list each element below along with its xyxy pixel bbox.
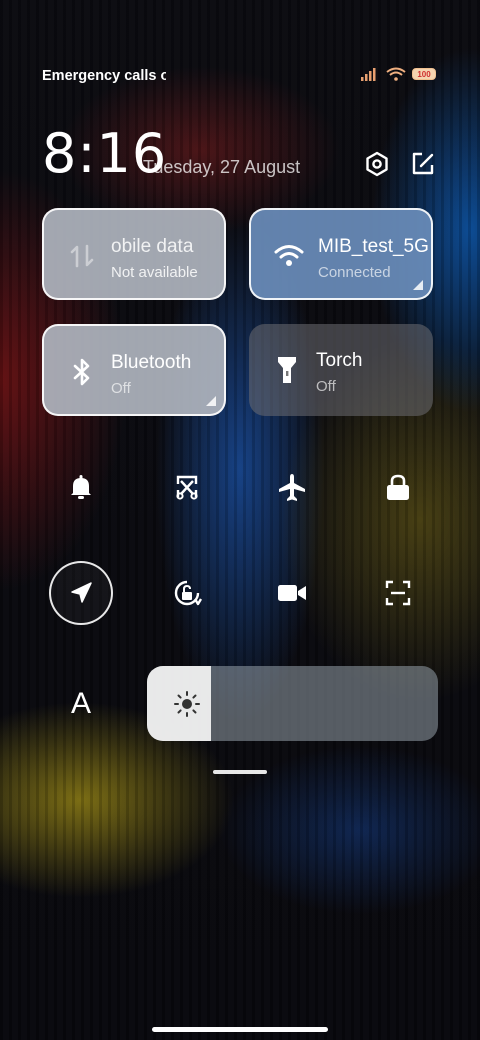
tile-torch-subtitle: Off [316, 378, 336, 395]
tile-bluetooth-title: Bluetooth [111, 352, 192, 373]
battery-level: 100 [417, 69, 431, 79]
settings-icon[interactable] [363, 150, 391, 178]
bluetooth-icon [66, 356, 98, 388]
tile-mobile-data-subtitle: Not available [111, 264, 198, 281]
lock-icon[interactable] [366, 455, 430, 519]
home-indicator[interactable] [152, 1027, 328, 1032]
signal-icon [361, 68, 376, 81]
mobile-data-icon [66, 240, 98, 272]
tile-wifi-title: MIB_test_5G [318, 236, 429, 257]
tile-mobile-data[interactable]: obile data Not available [42, 208, 226, 300]
airplane-icon[interactable] [260, 455, 324, 519]
expand-corner-icon[interactable] [413, 280, 423, 290]
sun-icon [174, 691, 200, 717]
wifi-icon [273, 240, 305, 272]
tile-wifi[interactable]: MIB_test_5G Connected [249, 208, 433, 300]
scan-icon[interactable] [366, 561, 430, 625]
font-size-icon[interactable]: A [49, 672, 113, 736]
bell-icon[interactable] [49, 455, 113, 519]
screenshot-icon[interactable] [155, 455, 219, 519]
video-camera-icon[interactable] [260, 561, 324, 625]
location-icon[interactable] [49, 561, 113, 625]
wifi-icon [386, 67, 406, 81]
torch-icon [271, 354, 303, 386]
edit-icon[interactable] [409, 150, 437, 178]
tile-bluetooth[interactable]: Bluetooth Off [42, 324, 226, 416]
rotation-lock-icon[interactable] [155, 561, 219, 625]
tile-torch-title: Torch [316, 350, 363, 371]
date: Tuesday, 27 August [143, 157, 301, 177]
brightness-slider[interactable] [147, 666, 438, 741]
tile-torch[interactable]: Torch Off [249, 324, 433, 416]
tile-mobile-data-title: obile data [111, 236, 194, 257]
expand-corner-icon[interactable] [206, 396, 216, 406]
battery-icon: 100 [412, 68, 436, 80]
carrier-text: Emergency calls o [42, 68, 166, 84]
status-icons: 100 [360, 67, 436, 81]
tile-bluetooth-subtitle: Off [111, 380, 131, 397]
panel-drag-handle[interactable] [213, 770, 267, 774]
tile-wifi-subtitle: Connected [318, 264, 391, 281]
status-bar: Emergency calls o 100 [0, 64, 480, 88]
